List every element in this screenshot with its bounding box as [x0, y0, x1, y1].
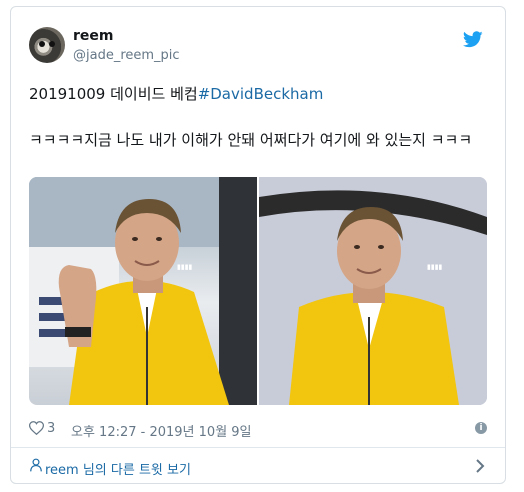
tweet-header: reem @jade_reem_pic	[29, 27, 487, 67]
avatar-eye	[49, 41, 55, 47]
user-handle[interactable]: @jade_reem_pic	[73, 48, 180, 63]
more-tweets-link[interactable]: reem 님의 다른 트윗 보기	[29, 455, 487, 478]
beckham-waving-illustration: ▮▮▮▮	[29, 177, 257, 405]
twitter-bird-icon[interactable]	[463, 31, 483, 48]
photo-watermark: ▮▮▮▮	[427, 263, 443, 271]
tweet-text: 20191009 데이비드 베컴#DavidBeckham ㅋㅋㅋㅋ지금 나도 …	[29, 83, 491, 152]
chevron-right-icon[interactable]	[475, 458, 485, 474]
tweet-line-2: ㅋㅋㅋㅋ지금 나도 내가 이해가 안돼 어쩌다가 여기에 와 있는지 ㅋㅋㅋ	[29, 131, 473, 149]
like-count: 3	[47, 421, 56, 436]
avatar[interactable]	[29, 27, 65, 63]
tweet-meta: 3 오후 12:27 - 2019년 10월 9일 i	[29, 417, 487, 440]
photo-right[interactable]: ▮▮▮▮	[259, 177, 487, 405]
divider	[11, 447, 505, 448]
person-icon	[30, 458, 42, 472]
media-grid: ▮▮▮▮ ▮▮▮▮	[29, 177, 487, 405]
hashtag-link[interactable]: #DavidBeckham	[198, 85, 324, 103]
tweet-title: 20191009 데이비드 베컴	[29, 85, 198, 103]
beckham-smiling-illustration: ▮▮▮▮	[259, 177, 487, 405]
tweet-timestamp[interactable]: 오후 12:27 - 2019년 10월 9일	[71, 421, 252, 440]
embedded-tweet-card: reem @jade_reem_pic 20191009 데이비드 베컴#Dav…	[10, 6, 506, 484]
heart-icon[interactable]	[29, 421, 44, 435]
tweet-line-1: 20191009 데이비드 베컴#DavidBeckham	[29, 83, 491, 106]
more-tweets-label[interactable]: reem 님의 다른 트윗 보기	[45, 459, 191, 478]
info-icon[interactable]: i	[475, 422, 487, 434]
avatar-eye	[39, 41, 45, 47]
photo-watermark: ▮▮▮▮	[177, 263, 193, 271]
photo-left[interactable]: ▮▮▮▮	[29, 177, 257, 405]
display-name[interactable]: reem	[73, 28, 113, 44]
